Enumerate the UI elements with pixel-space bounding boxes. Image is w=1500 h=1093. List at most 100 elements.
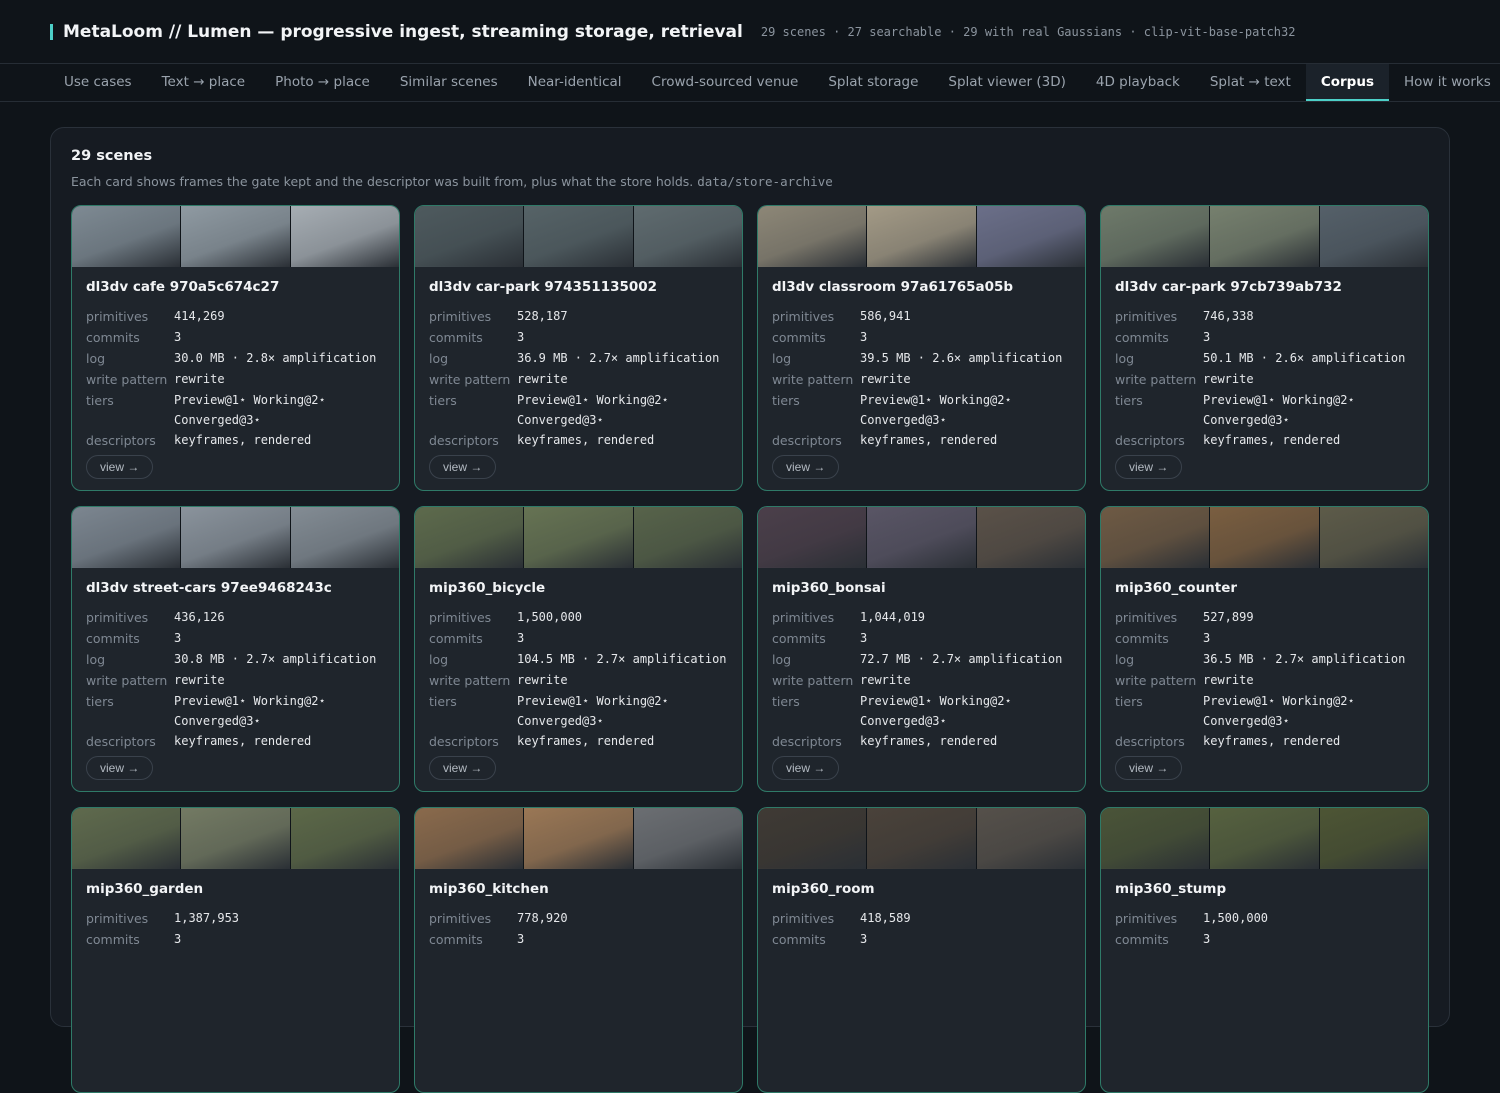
stat-value: rewrite bbox=[860, 673, 911, 687]
tab-near-identical[interactable]: Near-identical bbox=[513, 64, 637, 101]
stat-label: commits bbox=[86, 631, 140, 646]
stat-label: descriptors bbox=[1115, 433, 1185, 448]
stat-label: tiers bbox=[86, 694, 114, 709]
view-scene-button[interactable]: view → bbox=[772, 756, 840, 780]
scene-stat-log: log 50.1 MB · 2.6× amplification bbox=[1115, 348, 1414, 369]
tab-photo-place[interactable]: Photo → place bbox=[260, 64, 385, 101]
stat-label: primitives bbox=[86, 610, 149, 625]
stat-label: commits bbox=[429, 330, 483, 345]
stat-value: 527,899 bbox=[1203, 610, 1254, 624]
stat-value: 1,387,953 bbox=[174, 911, 240, 925]
corpus-panel: 29 scenes Each card shows frames the gat… bbox=[50, 127, 1450, 1093]
view-scene-button[interactable]: view → bbox=[1115, 455, 1183, 479]
scene-stat-write-pattern: write pattern rewrite bbox=[772, 670, 1071, 691]
view-scene-button[interactable]: view → bbox=[429, 756, 497, 780]
stat-label: write pattern bbox=[86, 673, 168, 688]
scene-title: mip360_bonsai bbox=[772, 580, 886, 596]
stat-value: 30.8 MB · 2.7× amplification bbox=[174, 652, 377, 666]
app-title: MetaLoom // Lumen — progressive ingest, … bbox=[63, 21, 743, 42]
tab-splat-storage[interactable]: Splat storage bbox=[813, 64, 933, 101]
scene-stat-log: log 36.9 MB · 2.7× amplification bbox=[429, 348, 728, 369]
stat-label: commits bbox=[1115, 330, 1169, 345]
scene-stat-primitives: primitives 1,387,953 bbox=[86, 908, 385, 929]
stat-label: primitives bbox=[429, 911, 492, 926]
scene-stat-descriptors: descriptors keyframes, rendered bbox=[1115, 430, 1414, 451]
scene-title: mip360_kitchen bbox=[429, 881, 549, 897]
scene-stat-tiers: tiers Preview@1⋆ Working@2⋆ Converged@3⋆ bbox=[86, 390, 385, 430]
panel-title: 29 scenes bbox=[71, 148, 153, 164]
stat-label: write pattern bbox=[772, 372, 854, 387]
keyframe-strip bbox=[758, 507, 1085, 568]
tab-how-it-works[interactable]: How it works bbox=[1389, 64, 1500, 101]
keyframe-thumbnail bbox=[290, 206, 399, 267]
tab-use-cases[interactable]: Use cases bbox=[49, 64, 147, 101]
scene-stat-commits: commits 3 bbox=[86, 628, 385, 649]
scene-stat-write-pattern: write pattern rewrite bbox=[429, 369, 728, 390]
stat-value: 36.9 MB · 2.7× amplification bbox=[517, 351, 720, 365]
stat-value: 1,500,000 bbox=[1203, 911, 1269, 925]
scene-card-body: mip360_stump primitives 1,500,000 commits 3 bbox=[1101, 869, 1428, 950]
keyframe-thumbnail bbox=[290, 808, 399, 869]
view-scene-button[interactable]: view → bbox=[1115, 756, 1183, 780]
scene-stat-tiers: tiers Preview@1⋆ Working@2⋆ Converged@3⋆ bbox=[86, 691, 385, 731]
stat-value: 3 bbox=[860, 631, 868, 645]
keyframe-strip bbox=[72, 206, 399, 267]
scene-card-body: mip360_kitchen primitives 778,920 commits 3 bbox=[415, 869, 742, 950]
scene-title: dl3dv car-park 97cb739ab732 bbox=[1115, 279, 1342, 295]
stat-value: 3 bbox=[174, 631, 182, 645]
stat-label: descriptors bbox=[86, 433, 156, 448]
stat-value: rewrite bbox=[174, 673, 225, 687]
stat-value: keyframes, rendered bbox=[860, 734, 998, 748]
scene-stat-commits: commits 3 bbox=[772, 929, 1071, 950]
scene-stat-commits: commits 3 bbox=[772, 628, 1071, 649]
scene-card-body: mip360_bicycle primitives 1,500,000 commits… bbox=[415, 568, 742, 780]
scene-stat-descriptors: descriptors keyframes, rendered bbox=[86, 731, 385, 752]
view-scene-button[interactable]: view → bbox=[86, 756, 154, 780]
keyframe-strip bbox=[415, 206, 742, 267]
stat-value: 3 bbox=[1203, 631, 1211, 645]
stat-label: commits bbox=[429, 932, 483, 947]
stat-label: log bbox=[429, 652, 449, 667]
scene-card-body: dl3dv street-cars 97ee9468243c primitives… bbox=[72, 568, 399, 780]
tab-text-place[interactable]: Text → place bbox=[147, 64, 261, 101]
scene-stat-descriptors: descriptors keyframes, rendered bbox=[772, 731, 1071, 752]
stat-label: tiers bbox=[1115, 393, 1143, 408]
keyframe-strip bbox=[415, 507, 742, 568]
keyframe-thumbnail bbox=[867, 206, 977, 267]
scene-card: dl3dv classroom 97a61765a05b primitives 58… bbox=[757, 205, 1086, 491]
scene-stat-primitives: primitives 436,126 bbox=[86, 607, 385, 628]
scene-title: dl3dv car-park 974351135002 bbox=[429, 279, 658, 295]
stat-value: Preview@1⋆ Working@2⋆ Converged@3⋆ bbox=[1203, 694, 1355, 728]
stat-label: write pattern bbox=[1115, 673, 1197, 688]
scene-stat-log: log 104.5 MB · 2.7× amplification bbox=[429, 649, 728, 670]
tab-corpus[interactable]: Corpus bbox=[1305, 64, 1389, 101]
keyframe-strip bbox=[1101, 507, 1428, 568]
stat-value: 414,269 bbox=[174, 309, 225, 323]
tab-bar: Use cases Text → place Photo → place Simila… bbox=[0, 64, 1500, 102]
stat-label: commits bbox=[772, 631, 826, 646]
keyframe-thumbnail bbox=[524, 808, 634, 869]
scene-card: mip360_counter primitives 527,899 commits 3 l… bbox=[1100, 506, 1429, 792]
scene-stat-tiers: tiers Preview@1⋆ Working@2⋆ Converged@3⋆ bbox=[1115, 390, 1414, 430]
stat-label: tiers bbox=[429, 694, 457, 709]
view-scene-button[interactable]: view → bbox=[772, 455, 840, 479]
tab-splat-text[interactable]: Splat → text bbox=[1195, 64, 1306, 101]
view-scene-button[interactable]: view → bbox=[86, 455, 154, 479]
keyframe-thumbnail bbox=[1101, 507, 1211, 568]
scene-title: mip360_counter bbox=[1115, 580, 1238, 596]
keyframe-thumbnail bbox=[415, 206, 525, 267]
view-scene-button[interactable]: view → bbox=[429, 455, 497, 479]
stat-label: descriptors bbox=[1115, 734, 1185, 749]
scene-title: mip360_bicycle bbox=[429, 580, 546, 596]
scene-stat-write-pattern: write pattern rewrite bbox=[429, 670, 728, 691]
tab-crowd-sourced-venue[interactable]: Crowd-sourced venue bbox=[637, 64, 814, 101]
tab-4d-playback[interactable]: 4D playback bbox=[1081, 64, 1195, 101]
tab-splat-viewer-3d[interactable]: Splat viewer (3D) bbox=[933, 64, 1081, 101]
scene-card: mip360_room primitives 418,589 commits 3 bbox=[757, 807, 1086, 1093]
tab-similar-scenes[interactable]: Similar scenes bbox=[385, 64, 513, 101]
stat-label: commits bbox=[1115, 631, 1169, 646]
scene-card-body: mip360_counter primitives 527,899 commits 3 l… bbox=[1101, 568, 1428, 780]
keyframe-thumbnail bbox=[1101, 206, 1211, 267]
stat-value: keyframes, rendered bbox=[517, 734, 655, 748]
stat-value: keyframes, rendered bbox=[174, 734, 312, 748]
